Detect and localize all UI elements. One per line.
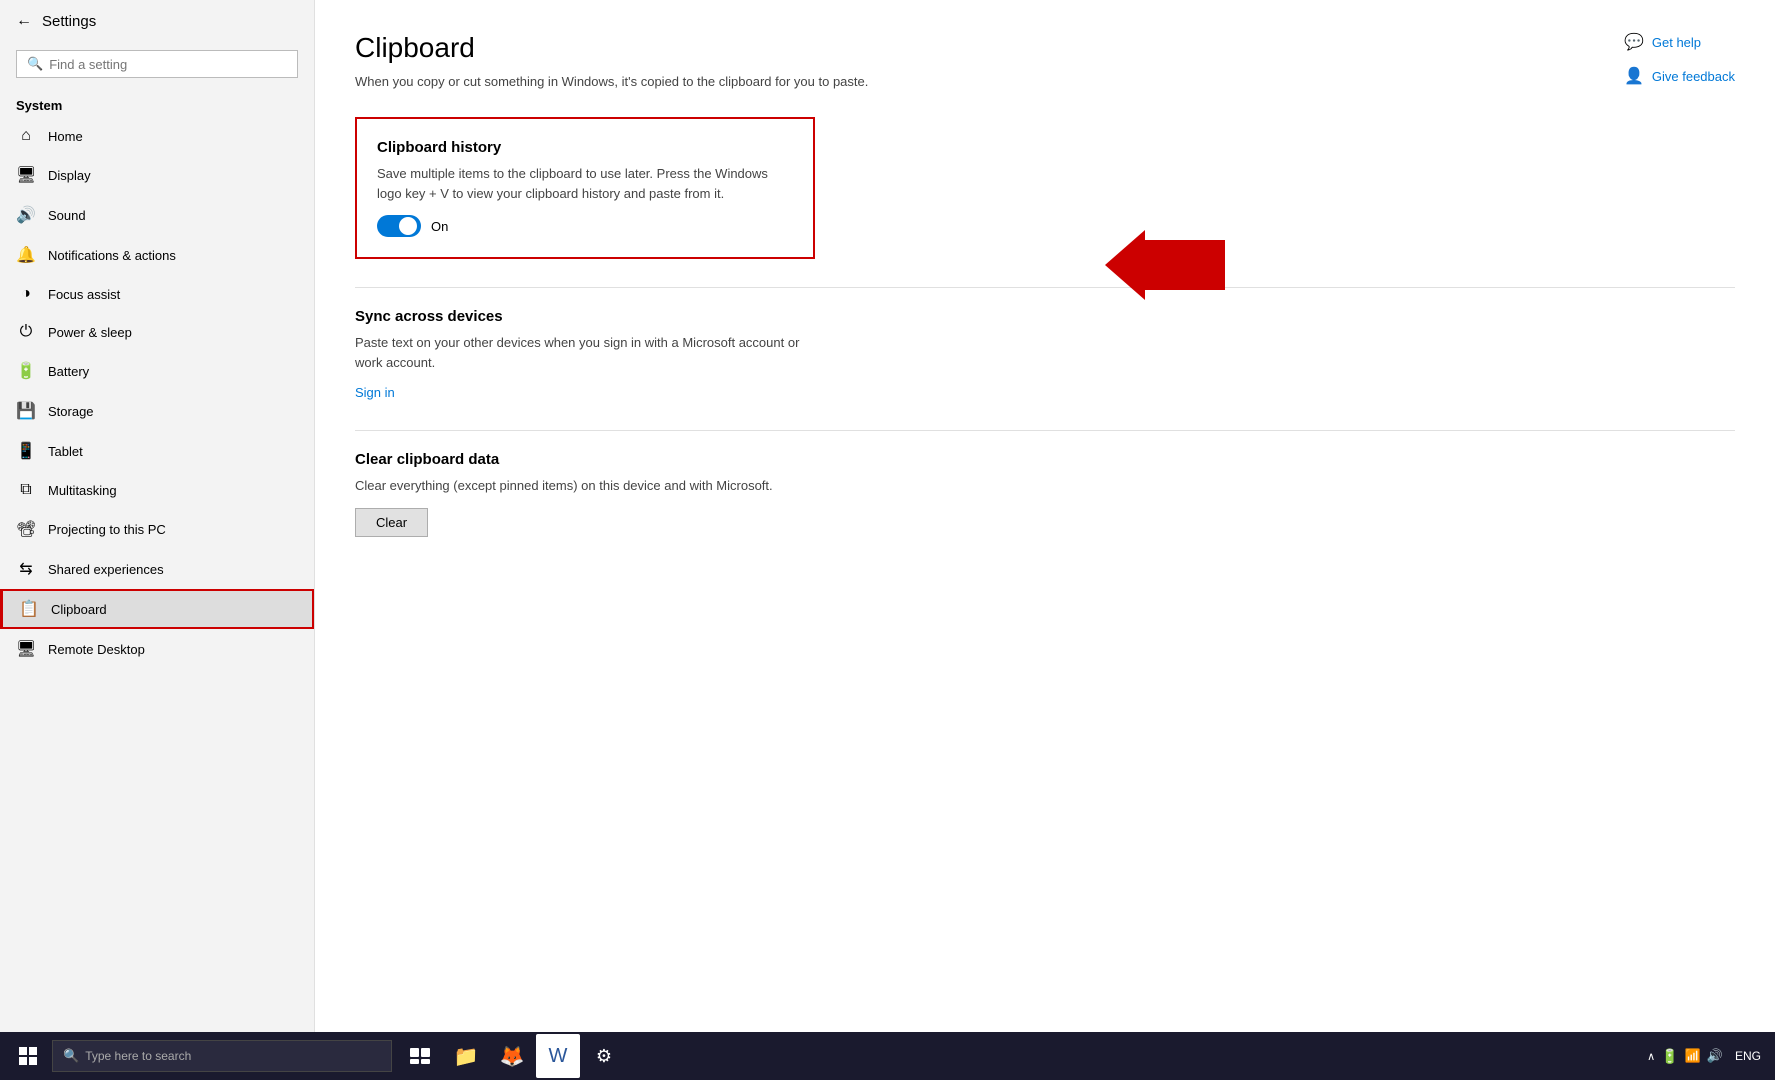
storage-icon: 💾 [16,401,36,421]
sidebar-item-battery[interactable]: 🔋 Battery [0,351,314,391]
taskbar-right: ∧ 🔋 📶 🔊 ENG [1647,1048,1769,1065]
search-box[interactable]: 🔍 [16,50,298,78]
get-help-link[interactable]: 💬 Get help [1624,32,1735,52]
sidebar-item-display[interactable]: 🖥 Display [0,155,314,195]
search-icon: 🔍 [27,56,43,72]
page-description: When you copy or cut something in Window… [355,74,1735,89]
sync-devices-description: Paste text on your other devices when yo… [355,333,815,372]
remote-icon: 🖥 [16,639,36,659]
tablet-icon: 📱 [16,441,36,461]
sidebar-item-home-label: Home [48,129,83,144]
word-button[interactable]: W [536,1034,580,1078]
clear-data-title: Clear clipboard data [355,451,815,468]
sidebar-item-tablet[interactable]: 📱 Tablet [0,431,314,471]
divider-2 [355,430,1735,431]
sidebar-item-notifications-label: Notifications & actions [48,248,176,263]
sidebar-item-display-label: Display [48,168,91,183]
chevron-up-icon[interactable]: ∧ [1647,1050,1655,1063]
display-icon: 🖥 [16,165,36,185]
taskbar-icons: 📁 🦊 W ⚙ [398,1034,626,1078]
system-label: System [0,90,314,117]
taskbar-search-label: Type here to search [85,1049,191,1063]
battery-icon: 🔋 [16,361,36,381]
give-feedback-icon: 👤 [1624,66,1644,86]
sidebar-item-sound-label: Sound [48,208,86,223]
taskbar: 🔍 Type here to search 📁 🦊 W ⚙ ∧ 🔋 📶 🔊 EN… [0,1032,1775,1080]
divider-1 [355,287,1735,288]
projecting-icon: 📽 [16,519,36,539]
annotation-arrow-history [1105,230,1225,305]
multitasking-icon: ⧉ [16,481,36,499]
settings-button[interactable]: ⚙ [582,1034,626,1078]
sidebar-item-notifications[interactable]: 🔔 Notifications & actions [0,235,314,275]
taskbar-lang: ENG [1735,1049,1761,1063]
sidebar-item-shared-label: Shared experiences [48,562,164,577]
clear-data-section: Clear clipboard data Clear everything (e… [355,451,815,537]
task-view-button[interactable] [398,1034,442,1078]
get-help-label: Get help [1652,35,1701,50]
sidebar-item-storage-label: Storage [48,404,94,419]
taskbar-search[interactable]: 🔍 Type here to search [52,1040,392,1072]
sound-icon: 🔊 [16,205,36,225]
clear-button[interactable]: Clear [355,508,428,537]
sidebar-item-focus-label: Focus assist [48,287,120,302]
search-input[interactable] [49,57,287,72]
clipboard-icon: 📋 [19,599,39,619]
sidebar-item-remote-label: Remote Desktop [48,642,145,657]
clipboard-history-description: Save multiple items to the clipboard to … [377,164,793,203]
home-icon: ⌂ [16,127,36,145]
main-content: Clipboard When you copy or cut something… [315,0,1775,1032]
clipboard-history-section: Clipboard history Save multiple items to… [355,117,815,259]
battery-tray-icon: 🔋 [1661,1048,1678,1065]
system-tray: ∧ 🔋 📶 🔊 [1647,1048,1723,1065]
file-explorer-button[interactable]: 📁 [444,1034,488,1078]
shared-icon: ⇆ [16,559,36,579]
back-button[interactable]: ← [16,12,32,30]
clipboard-history-title: Clipboard history [377,139,793,156]
help-panel: 💬 Get help 👤 Give feedback [1624,32,1735,86]
sidebar-item-shared[interactable]: ⇆ Shared experiences [0,549,314,589]
sidebar-item-multitasking[interactable]: ⧉ Multitasking [0,471,314,509]
start-button[interactable] [6,1034,50,1078]
sidebar-item-tablet-label: Tablet [48,444,83,459]
sidebar-item-battery-label: Battery [48,364,89,379]
sync-devices-title: Sync across devices [355,308,815,325]
sidebar-item-home[interactable]: ⌂ Home [0,117,314,155]
toggle-label: On [431,219,448,234]
clear-data-description: Clear everything (except pinned items) o… [355,476,815,496]
sidebar-item-power-label: Power & sleep [48,325,132,340]
give-feedback-label: Give feedback [1652,69,1735,84]
sync-devices-section: Sync across devices Paste text on your o… [355,308,815,402]
sidebar-item-focus[interactable]: ◑ Focus assist [0,275,314,313]
sidebar-item-power[interactable]: ⏻ Power & sleep [0,313,314,351]
sidebar-item-sound[interactable]: 🔊 Sound [0,195,314,235]
toggle-knob [399,217,417,235]
sidebar-header: ← Settings [0,0,314,42]
sidebar-title: Settings [42,13,96,30]
network-icon: 📶 [1685,1048,1701,1064]
clipboard-history-toggle[interactable] [377,215,421,237]
sidebar-item-storage[interactable]: 💾 Storage [0,391,314,431]
sidebar: ← Settings 🔍 System ⌂ Home 🖥 Display 🔊 S… [0,0,315,1032]
firefox-button[interactable]: 🦊 [490,1034,534,1078]
sign-in-link[interactable]: Sign in [355,385,395,400]
sidebar-item-remote[interactable]: 🖥 Remote Desktop [0,629,314,669]
sidebar-item-projecting[interactable]: 📽 Projecting to this PC [0,509,314,549]
taskbar-search-icon: 🔍 [63,1048,79,1064]
sidebar-item-clipboard-label: Clipboard [51,602,107,617]
page-title: Clipboard [355,32,1735,64]
sidebar-item-projecting-label: Projecting to this PC [48,522,166,537]
toggle-row: On [377,215,793,237]
give-feedback-link[interactable]: 👤 Give feedback [1624,66,1735,86]
power-icon: ⏻ [16,323,36,341]
volume-icon: 🔊 [1707,1048,1723,1064]
sidebar-item-clipboard[interactable]: 📋 Clipboard [0,589,314,629]
notifications-icon: 🔔 [16,245,36,265]
get-help-icon: 💬 [1624,32,1644,52]
focus-icon: ◑ [16,285,36,303]
sidebar-item-multitasking-label: Multitasking [48,483,117,498]
